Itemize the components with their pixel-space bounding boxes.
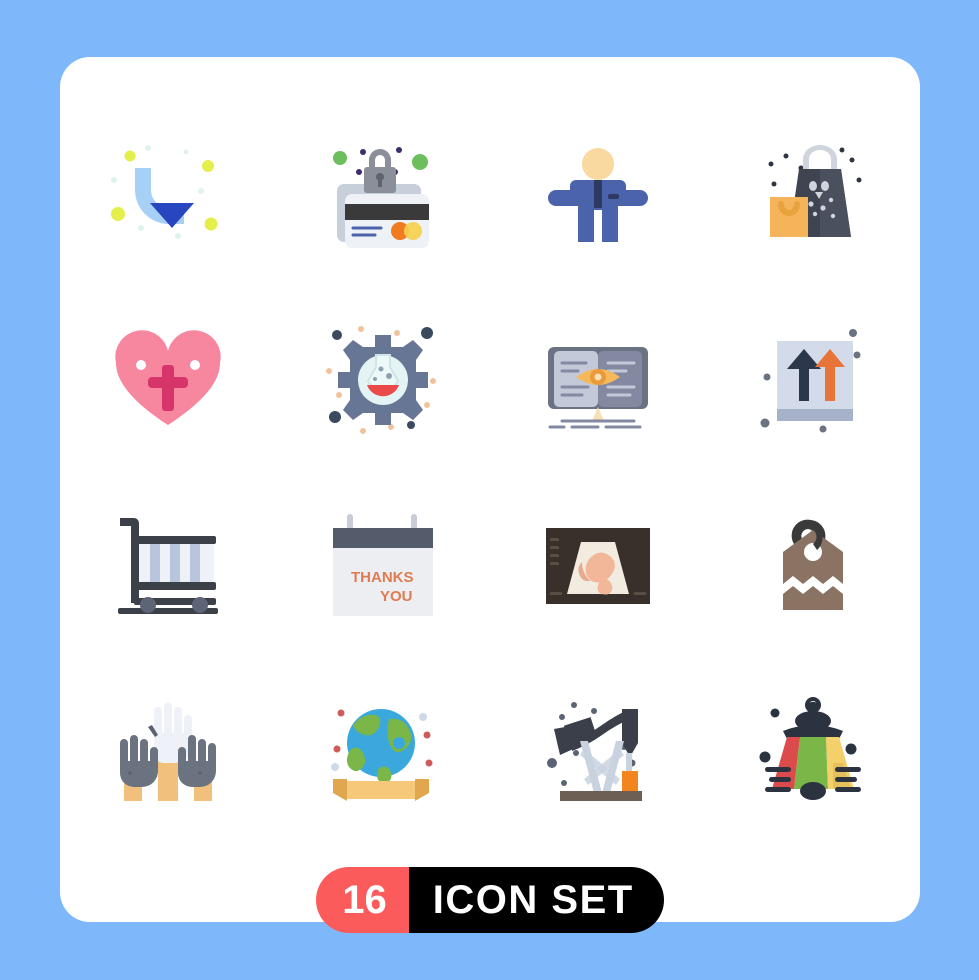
book-eye-icon: [547, 346, 648, 428]
icon-grid: THANKS YOU: [60, 103, 920, 843]
icon-cell-thank-you-card[interactable]: THANKS YOU: [275, 473, 490, 658]
icon-set-card: THANKS YOU 16 ICON SET: [60, 57, 920, 933]
oil-pump-jack-icon: [546, 701, 642, 801]
platform-trolley-icon: [117, 517, 218, 614]
icon-cell-gear-flask[interactable]: [275, 288, 490, 473]
icon-set-label: ICON SET: [408, 867, 664, 933]
globe-ribbon-icon: [330, 708, 432, 801]
price-tag-icon: [782, 519, 843, 610]
icon-count: 16: [316, 867, 409, 933]
heart-cross-icon: [114, 329, 221, 425]
icon-cell-this-side-up-box[interactable]: [705, 288, 920, 473]
ultrasound-scan-icon: [545, 527, 650, 604]
icon-cell-raised-hands[interactable]: [60, 658, 275, 843]
icon-cell-heart-cross[interactable]: [60, 288, 275, 473]
secure-credit-card-icon: [332, 146, 429, 248]
icon-cell-book-eye[interactable]: [490, 288, 705, 473]
icon-set-badge: 16 ICON SET: [316, 867, 664, 933]
icon-cell-curved-down-arrow[interactable]: [60, 103, 275, 288]
thanks-text: THANKS: [351, 569, 414, 586]
businessman-icon: [547, 147, 648, 242]
icon-cell-platform-trolley[interactable]: [60, 473, 275, 658]
thank-you-card-icon: THANKS YOU: [332, 513, 433, 616]
icon-cell-price-tag[interactable]: [705, 473, 920, 658]
icon-cell-globe-ribbon[interactable]: [275, 658, 490, 843]
curved-down-arrow-icon: [110, 144, 217, 239]
shopping-bags-icon: [768, 144, 861, 237]
icon-cell-oil-pump-jack[interactable]: [490, 658, 705, 843]
icon-cell-secure-credit-card[interactable]: [275, 103, 490, 288]
icon-cell-businessman[interactable]: [490, 103, 705, 288]
icon-cell-lantern[interactable]: [705, 658, 920, 843]
you-text: YOU: [380, 588, 413, 605]
raised-hands-icon: [119, 702, 216, 801]
icon-cell-ultrasound-scan[interactable]: [490, 473, 705, 658]
lantern-icon: [759, 696, 861, 800]
gear-flask-icon: [325, 325, 436, 434]
this-side-up-box-icon: [760, 328, 860, 432]
badge-container: 16 ICON SET: [60, 867, 920, 933]
icon-cell-shopping-bags[interactable]: [705, 103, 920, 288]
